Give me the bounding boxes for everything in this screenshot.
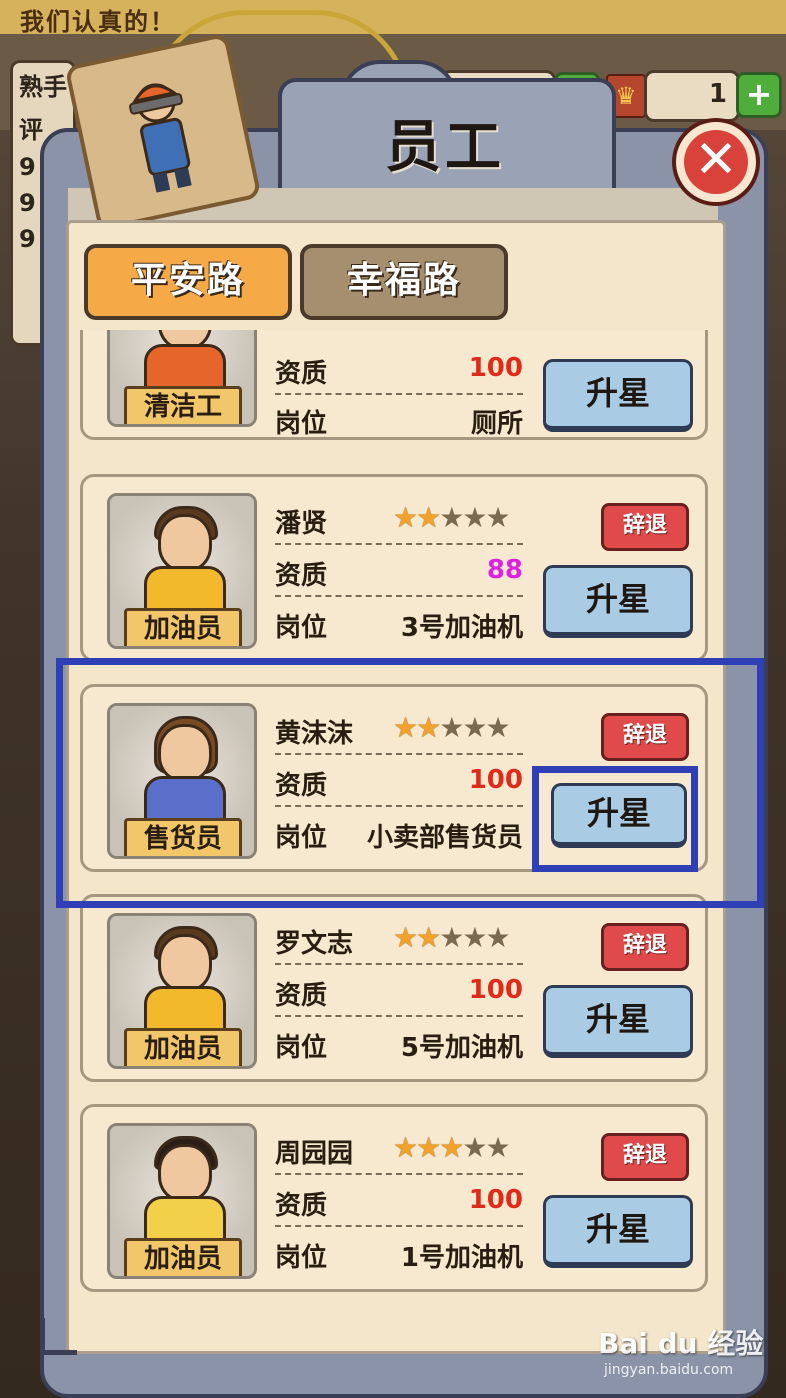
left-panel-text: 熟手 bbox=[19, 73, 67, 101]
tab-pingan-road[interactable]: 平安路 bbox=[84, 244, 292, 320]
divider bbox=[275, 1015, 523, 1017]
divider bbox=[275, 595, 523, 597]
star-icon: ★ bbox=[439, 1131, 464, 1164]
divider bbox=[275, 543, 523, 545]
position-label: 岗位 bbox=[275, 409, 328, 439]
background-banner-text: 我们认真的！ bbox=[20, 8, 176, 36]
employee-card: 加油员 罗文志 ★★★★★ 资质 100 岗位 5号加油机 辞退 升星 bbox=[80, 894, 708, 1082]
star-icon: ★ bbox=[439, 921, 464, 954]
star-icon: ★ bbox=[462, 1131, 487, 1164]
fire-button[interactable]: 辞退 bbox=[601, 1133, 689, 1181]
star-icon: ★ bbox=[462, 921, 487, 954]
position-value: 1号加油机 bbox=[400, 1243, 523, 1273]
star-icon: ★ bbox=[416, 501, 441, 534]
employee-role-tag: 加油员 bbox=[124, 1028, 242, 1066]
star-icon: ★ bbox=[393, 501, 418, 534]
divider bbox=[275, 1225, 523, 1227]
panel-corner-decoration bbox=[40, 1318, 77, 1355]
add-rank-button[interactable]: + bbox=[736, 72, 782, 118]
employee-portrait: 加油员 bbox=[107, 493, 257, 649]
quality-label: 资质 bbox=[275, 359, 328, 389]
panel-title: 员工 bbox=[385, 115, 505, 180]
watermark-url: jingyan.baidu.com bbox=[604, 1362, 734, 1378]
employee-name: 潘贤 bbox=[275, 509, 328, 539]
star-icon: ★ bbox=[416, 1131, 441, 1164]
employee-card: 加油员 周园园 ★★★★★ 资质 100 岗位 1号加油机 辞退 升星 bbox=[80, 1104, 708, 1292]
star-rating: ★★★★★ bbox=[393, 921, 511, 954]
employee-card: 加油员 潘贤 ★★★★★ 资质 88 岗位 3号加油机 辞退 升星 bbox=[80, 474, 708, 662]
watermark-logo: Bai du 经验 bbox=[598, 1327, 764, 1360]
close-button[interactable]: ✕ bbox=[672, 118, 760, 206]
star-icon: ★ bbox=[462, 501, 487, 534]
employee-portrait: 加油员 bbox=[107, 913, 257, 1069]
position-value: 3号加油机 bbox=[400, 613, 523, 643]
upgrade-star-button[interactable]: 升星 bbox=[543, 1195, 693, 1268]
employee-role-tag: 加油员 bbox=[124, 1238, 242, 1276]
position-value: 厕所 bbox=[470, 409, 523, 439]
employee-name: 周园园 bbox=[275, 1139, 354, 1169]
star-icon: ★ bbox=[485, 501, 510, 534]
position-label: 岗位 bbox=[275, 1033, 328, 1063]
background-banner: 我们认真的！ bbox=[0, 0, 786, 36]
employee-portrait: 清洁工 bbox=[107, 330, 257, 427]
highlight-box-upgrade-button bbox=[532, 766, 698, 872]
position-label: 岗位 bbox=[275, 1243, 328, 1273]
tab-xingfu-road[interactable]: 幸福路 bbox=[300, 244, 508, 320]
upgrade-star-button[interactable]: 升星 bbox=[543, 359, 693, 432]
star-icon: ★ bbox=[485, 921, 510, 954]
star-icon: ★ bbox=[485, 1131, 510, 1164]
quality-label: 资质 bbox=[275, 1191, 328, 1221]
star-rating: ★★★★★ bbox=[393, 501, 511, 534]
star-icon: ★ bbox=[416, 921, 441, 954]
star-icon: ★ bbox=[393, 921, 418, 954]
rank-value: 1 bbox=[708, 79, 727, 109]
divider bbox=[275, 393, 523, 395]
employee-name: 罗文志 bbox=[275, 929, 354, 959]
fire-button[interactable]: 辞退 bbox=[601, 503, 689, 551]
quality-value: 100 bbox=[468, 353, 523, 383]
employee-role-tag: 清洁工 bbox=[124, 386, 242, 424]
quality-label: 资质 bbox=[275, 561, 328, 591]
divider bbox=[275, 963, 523, 965]
star-icon: ★ bbox=[393, 1131, 418, 1164]
worker-figure-icon bbox=[129, 83, 192, 193]
employee-card: 清洁工 资质 100 岗位 厕所 升星 bbox=[80, 330, 708, 440]
employee-portrait: 加油员 bbox=[107, 1123, 257, 1279]
staff-tag-icon bbox=[64, 32, 262, 232]
star-rating: ★★★★★ bbox=[393, 1131, 511, 1164]
divider bbox=[275, 1173, 523, 1175]
star-icon: ★ bbox=[439, 501, 464, 534]
quality-value: 100 bbox=[468, 975, 523, 1005]
position-label: 岗位 bbox=[275, 613, 328, 643]
quality-label: 资质 bbox=[275, 981, 328, 1011]
fire-button[interactable]: 辞退 bbox=[601, 923, 689, 971]
close-icon: ✕ bbox=[684, 130, 748, 194]
upgrade-star-button[interactable]: 升星 bbox=[543, 985, 693, 1058]
position-value: 5号加油机 bbox=[400, 1033, 523, 1063]
employee-role-tag: 加油员 bbox=[124, 608, 242, 646]
quality-value: 100 bbox=[468, 1185, 523, 1215]
rank-counter: 1 bbox=[644, 70, 740, 122]
upgrade-star-button[interactable]: 升星 bbox=[543, 565, 693, 638]
quality-value: 88 bbox=[486, 555, 523, 585]
